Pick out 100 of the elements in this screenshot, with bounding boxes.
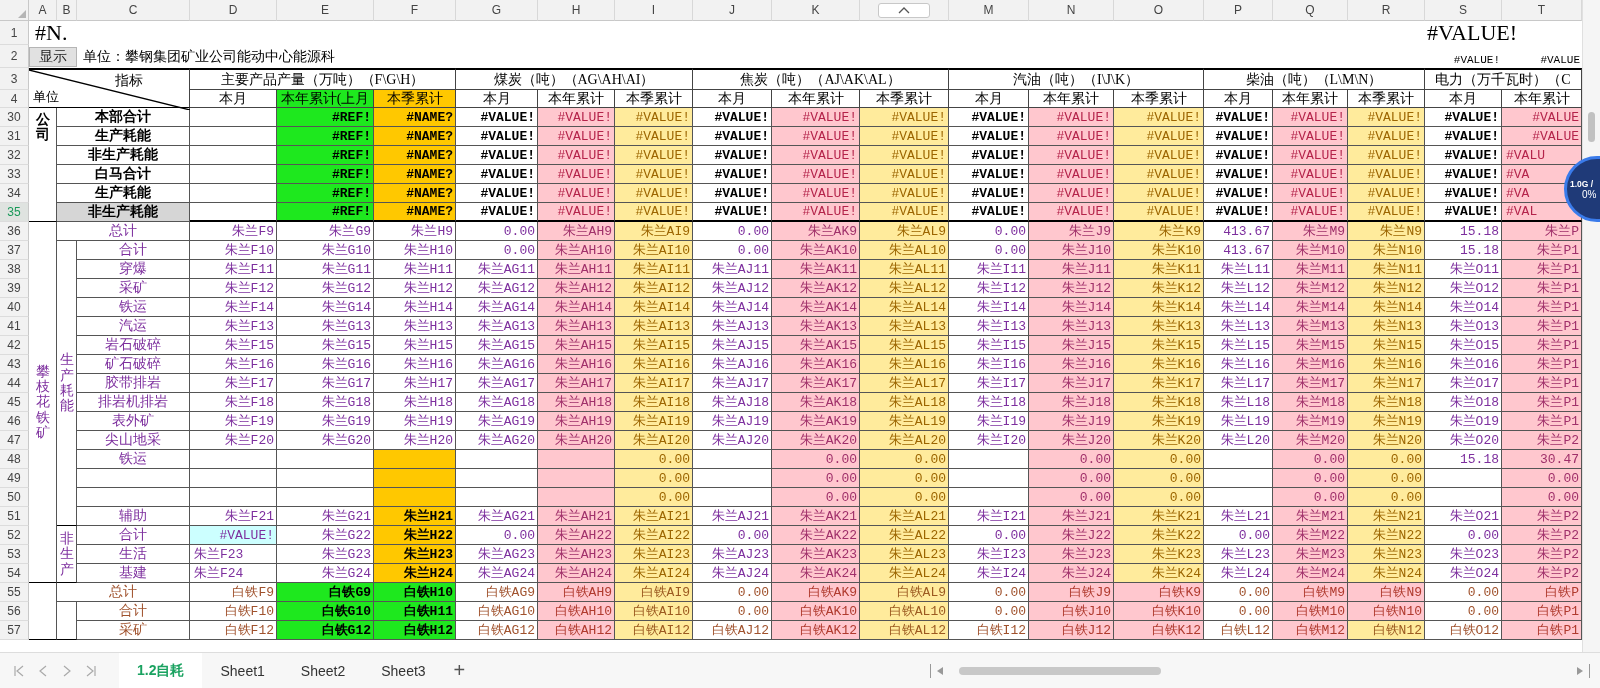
table-cell: 朱兰G9 <box>277 222 374 241</box>
table-cell: 朱兰AL20 <box>860 431 949 450</box>
collapse-button[interactable] <box>878 2 930 18</box>
table-cell: 白铁G9 <box>277 583 374 602</box>
row-header[interactable]: 34 <box>0 184 29 203</box>
row-header[interactable]: 37 <box>0 241 29 260</box>
table-cell: 白铁F10 <box>190 602 277 621</box>
sheet-tab[interactable]: Sheet3 <box>363 653 444 688</box>
sheet-tab[interactable]: Sheet2 <box>282 653 364 688</box>
table-cell: 朱兰N20 <box>1348 431 1425 450</box>
table-cell: 朱兰M21 <box>1273 507 1348 526</box>
row-header[interactable]: 49 <box>0 469 29 488</box>
column-header[interactable]: G <box>456 0 538 21</box>
select-all-icon[interactable] <box>18 10 26 18</box>
table-cell: 朱兰K18 <box>1114 393 1204 412</box>
scrollbar-thumb[interactable] <box>959 666 1161 675</box>
row-header[interactable]: 38 <box>0 260 29 279</box>
column-header[interactable]: F <box>374 0 456 21</box>
table-cell: 朱兰J21 <box>1029 507 1114 526</box>
row-header[interactable]: 50 <box>0 488 29 507</box>
table-cell: 朱兰I12 <box>949 279 1029 298</box>
row-header[interactable]: 42 <box>0 336 29 355</box>
column-header[interactable]: K <box>772 0 860 21</box>
table-cell: 朱兰L13 <box>1204 317 1273 336</box>
row-header[interactable]: 51 <box>0 507 29 526</box>
table-cell: 朱兰AH19 <box>538 412 615 431</box>
row-header[interactable]: 44 <box>0 374 29 393</box>
table-cell: 朱兰G14 <box>277 298 374 317</box>
column-header[interactable]: R <box>1348 0 1425 21</box>
row-header[interactable]: 45 <box>0 393 29 412</box>
row-header[interactable]: 36 <box>0 222 29 241</box>
row-header[interactable]: 46 <box>0 412 29 431</box>
column-header[interactable]: H <box>538 0 615 21</box>
row-header[interactable]: 55 <box>0 583 29 602</box>
column-header[interactable]: N <box>1029 0 1114 21</box>
table-cell: #VALUE! <box>615 108 693 127</box>
row-header[interactable]: 48 <box>0 450 29 469</box>
row-header[interactable]: 32 <box>0 146 29 165</box>
table-cell: #VALUE! <box>693 165 772 184</box>
column-header[interactable]: S <box>1425 0 1502 21</box>
column-header[interactable]: J <box>693 0 772 21</box>
row-header[interactable]: 31 <box>0 127 29 146</box>
column-header[interactable]: E <box>277 0 374 21</box>
table-cell: 朱兰F13 <box>190 317 277 336</box>
table-cell: 白铁F12 <box>190 621 277 640</box>
row-header[interactable]: 57 <box>0 621 29 640</box>
column-header[interactable]: P <box>1204 0 1273 21</box>
row-header[interactable]: 56 <box>0 602 29 621</box>
column-subheader: 本季累计 <box>860 90 949 108</box>
table-cell: 朱兰M19 <box>1273 412 1348 431</box>
row-header[interactable]: 43 <box>0 355 29 374</box>
row-header[interactable]: 41 <box>0 317 29 336</box>
table-cell: 朱兰N24 <box>1348 564 1425 583</box>
column-header[interactable]: I <box>615 0 693 21</box>
skip-back-icon[interactable] <box>14 664 24 677</box>
add-sheet-button[interactable]: + <box>443 659 476 682</box>
table-cell: 朱兰AJ23 <box>693 545 772 564</box>
row-header[interactable]: 4 <box>0 90 29 108</box>
row-header[interactable]: 1 <box>0 21 29 45</box>
table-cell: 白铁K9 <box>1114 583 1204 602</box>
row-header[interactable]: 3 <box>0 68 29 90</box>
table-cell: 朱兰AH10 <box>538 241 615 260</box>
sheet-tab[interactable]: Sheet1 <box>202 653 283 688</box>
row-header[interactable]: 53 <box>0 545 29 564</box>
table-cell: 朱兰P1 <box>1502 260 1582 279</box>
table-cell: 朱兰H17 <box>374 374 456 393</box>
row-header[interactable]: 30 <box>0 108 29 127</box>
column-subheader: 本年累计 <box>1502 90 1582 108</box>
table-cell: 朱兰P1 <box>1502 374 1582 393</box>
skip-forward-icon[interactable] <box>86 664 96 677</box>
arrow-right-icon[interactable] <box>1577 666 1583 675</box>
table-cell: 白铁I12 <box>949 621 1029 640</box>
table-cell: 朱兰P2 <box>1502 564 1582 583</box>
row-header[interactable]: 52 <box>0 526 29 545</box>
column-header[interactable]: D <box>190 0 277 21</box>
column-header[interactable]: T <box>1502 0 1582 21</box>
row-header[interactable]: 54 <box>0 564 29 583</box>
table-cell: #VALUE! <box>615 203 693 222</box>
chevron-right-icon[interactable] <box>62 664 72 677</box>
arrow-left-icon[interactable] <box>937 666 943 675</box>
table-cell: 0.00 <box>615 469 693 488</box>
show-button[interactable]: 显示 <box>29 46 77 67</box>
row-header[interactable]: 39 <box>0 279 29 298</box>
column-header[interactable]: B <box>57 0 77 21</box>
row-header[interactable]: 47 <box>0 431 29 450</box>
column-header[interactable]: M <box>949 0 1029 21</box>
row-header[interactable]: 40 <box>0 298 29 317</box>
table-cell: 朱兰AI14 <box>615 298 693 317</box>
row-header[interactable]: 33 <box>0 165 29 184</box>
column-header[interactable]: C <box>77 0 190 21</box>
column-header[interactable]: O <box>1114 0 1204 21</box>
column-header[interactable]: A <box>29 0 57 21</box>
table-cell: #NAME? <box>374 108 456 127</box>
row-header[interactable]: 2 <box>0 45 29 68</box>
scrollbar-thumb[interactable] <box>1588 112 1595 142</box>
table-cell: 白铁AL10 <box>860 602 949 621</box>
table-cell: 朱兰AJ19 <box>693 412 772 431</box>
column-subheader: 本月 <box>1425 90 1502 108</box>
chevron-left-icon[interactable] <box>38 664 48 677</box>
column-header[interactable]: Q <box>1273 0 1348 21</box>
